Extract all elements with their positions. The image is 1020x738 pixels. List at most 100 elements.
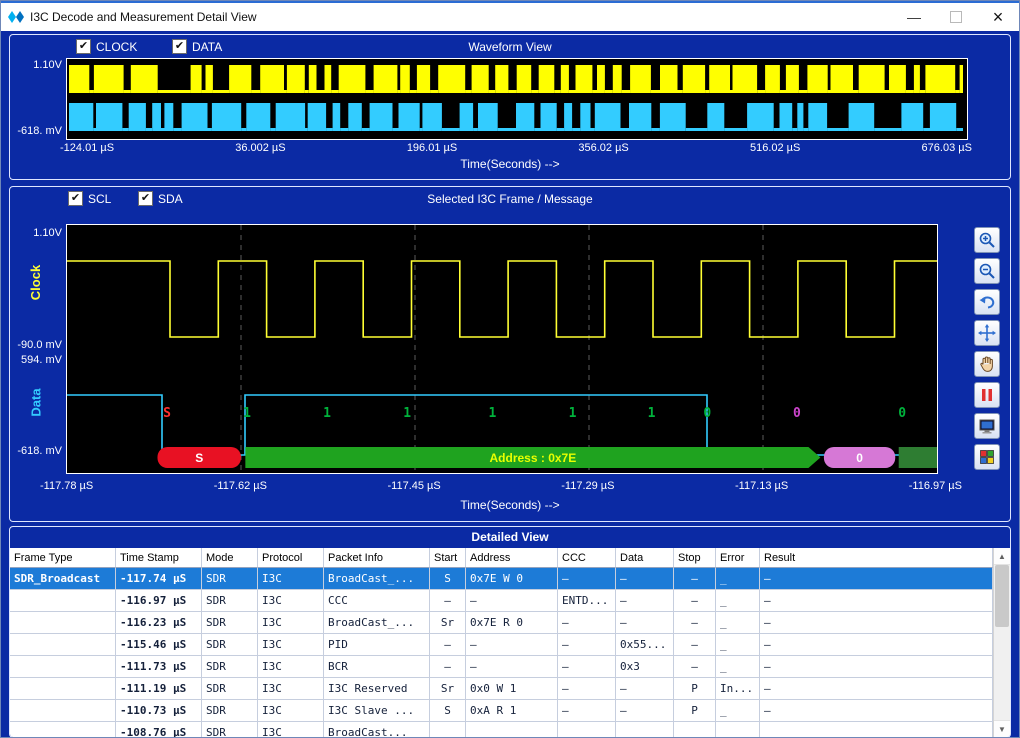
table-row[interactable]: SDR_Broadcast-117.74 µSSDRI3CBroadCast_.… <box>10 568 993 590</box>
bit-annotation: 1 <box>488 406 496 421</box>
table-cell: – <box>674 656 716 678</box>
table-cell: -116.23 µS <box>116 612 202 634</box>
decode-table-wrap: Frame TypeTime StampModeProtocolPacket I… <box>10 548 1010 737</box>
table-cell: – <box>430 634 466 656</box>
table-cell: SDR <box>202 656 258 678</box>
time-axis-ticks: -124.01 µS36.002 µS196.01 µS356.02 µS516… <box>60 142 972 154</box>
zoom-out-icon <box>978 262 996 280</box>
clock-top-label: 1.10V <box>12 227 62 239</box>
maximize-button[interactable] <box>935 3 977 31</box>
color-palette-button[interactable] <box>974 444 1000 470</box>
table-cell: BroadCast_... <box>324 612 430 634</box>
undo-button[interactable] <box>974 289 1000 315</box>
minimize-button[interactable]: — <box>893 3 935 31</box>
data-checkbox-label: DATA <box>192 40 222 54</box>
time-tick-label: -117.29 µS <box>561 480 614 492</box>
scroll-up-button[interactable]: ▲ <box>994 548 1010 565</box>
app-window: I3C Decode and Measurement Detail View —… <box>0 0 1020 738</box>
table-cell <box>10 634 116 656</box>
table-cell: – <box>616 568 674 590</box>
table-cell: _ <box>716 590 760 612</box>
pause-button[interactable] <box>974 382 1000 408</box>
table-row[interactable]: -116.23 µSSDRI3CBroadCast_...Sr0x7E R 0–… <box>10 612 993 634</box>
pan-icon <box>978 324 996 342</box>
table-cell: S <box>430 568 466 590</box>
table-cell: SDR_Broadcast <box>10 568 116 590</box>
table-cell: – <box>616 700 674 722</box>
y-axis-top-label: 1.10V <box>12 59 62 71</box>
table-row[interactable]: -108.76 µSSDRI3CBroadCast... <box>10 722 993 737</box>
table-cell: – <box>430 590 466 612</box>
hand-pan-button[interactable] <box>974 351 1000 377</box>
pan-button[interactable] <box>974 320 1000 346</box>
decode-segment[interactable] <box>899 447 937 468</box>
undo-icon <box>978 293 996 311</box>
table-cell: BCR <box>324 656 430 678</box>
time-tick-label: -124.01 µS <box>60 142 114 154</box>
table-cell: _ <box>716 656 760 678</box>
table-cell: I3C Reserved <box>324 678 430 700</box>
column-header: Error <box>716 548 760 568</box>
y-axis-bottom-label: -618. mV <box>12 125 62 137</box>
table-cell <box>10 722 116 737</box>
table-cell: – <box>674 612 716 634</box>
zoom-in-button[interactable] <box>974 227 1000 253</box>
table-cell: – <box>760 568 993 590</box>
table-row[interactable]: -116.97 µSSDRI3CCCC––ENTD...––_– <box>10 590 993 612</box>
table-cell: P <box>674 700 716 722</box>
table-cell: I3C <box>258 590 324 612</box>
table-row[interactable]: -115.46 µSSDRI3CPID–––0x55...–_– <box>10 634 993 656</box>
table-header-row: Frame TypeTime StampModeProtocolPacket I… <box>10 548 993 568</box>
scroll-down-button[interactable]: ▼ <box>994 720 1010 737</box>
table-cell: – <box>558 700 616 722</box>
column-header: Frame Type <box>10 548 116 568</box>
column-header: Mode <box>202 548 258 568</box>
table-cell: BroadCast... <box>324 722 430 737</box>
bit-annotation: 0 <box>898 406 906 421</box>
table-cell: SDR <box>202 722 258 737</box>
time-tick-label: 196.01 µS <box>407 142 457 154</box>
table-cell: – <box>674 634 716 656</box>
table-cell: – <box>558 656 616 678</box>
zoom-out-button[interactable] <box>974 258 1000 284</box>
table-scrollbar[interactable]: ▲ ▼ <box>993 548 1010 737</box>
table-cell: – <box>430 656 466 678</box>
table-cell: – <box>760 612 993 634</box>
window-title: I3C Decode and Measurement Detail View <box>30 10 257 24</box>
zoom-in-icon <box>978 231 996 249</box>
screenshot-button[interactable] <box>974 413 1000 439</box>
table-cell: PID <box>324 634 430 656</box>
table-cell <box>558 722 616 737</box>
table-cell: – <box>674 568 716 590</box>
table-cell <box>716 722 760 737</box>
time-tick-label: -117.45 µS <box>388 480 441 492</box>
overview-waveform[interactable] <box>66 58 968 140</box>
close-button[interactable]: × <box>977 3 1019 31</box>
table-cell: -117.74 µS <box>116 568 202 590</box>
table-row[interactable]: -111.73 µSSDRI3CBCR–––0x3–_– <box>10 656 993 678</box>
scl-checkbox[interactable]: ✔ SCL <box>68 191 111 206</box>
bit-annotation: 1 <box>243 406 251 421</box>
x-axis-label: Time(Seconds) --> <box>10 498 1010 512</box>
table-cell: I3C <box>258 634 324 656</box>
sda-checkbox[interactable]: ✔ SDA <box>138 191 183 206</box>
table-cell: P <box>674 678 716 700</box>
table-cell: SDR <box>202 612 258 634</box>
pause-icon <box>978 386 996 404</box>
time-tick-label: -117.62 µS <box>214 480 267 492</box>
data-checkbox[interactable]: ✔ DATA <box>172 39 222 54</box>
frame-waveform[interactable]: SAddress : 0x7E0S111111000 <box>66 224 938 474</box>
table-cell: -108.76 µS <box>116 722 202 737</box>
table-cell: 0x55... <box>616 634 674 656</box>
table-cell: – <box>616 590 674 612</box>
table-cell <box>430 722 466 737</box>
table-cell: SDR <box>202 700 258 722</box>
table-cell: – <box>760 590 993 612</box>
table-row[interactable]: -110.73 µSSDRI3CI3C Slave ...S0xA R 1––P… <box>10 700 993 722</box>
checkbox-checked-icon: ✔ <box>76 39 91 54</box>
table-row[interactable]: -111.19 µSSDRI3CI3C ReservedSr0x0 W 1––P… <box>10 678 993 700</box>
table-cell <box>10 612 116 634</box>
scrollbar-thumb[interactable] <box>995 565 1009 627</box>
column-header: Start <box>430 548 466 568</box>
clock-checkbox[interactable]: ✔ CLOCK <box>76 39 137 54</box>
